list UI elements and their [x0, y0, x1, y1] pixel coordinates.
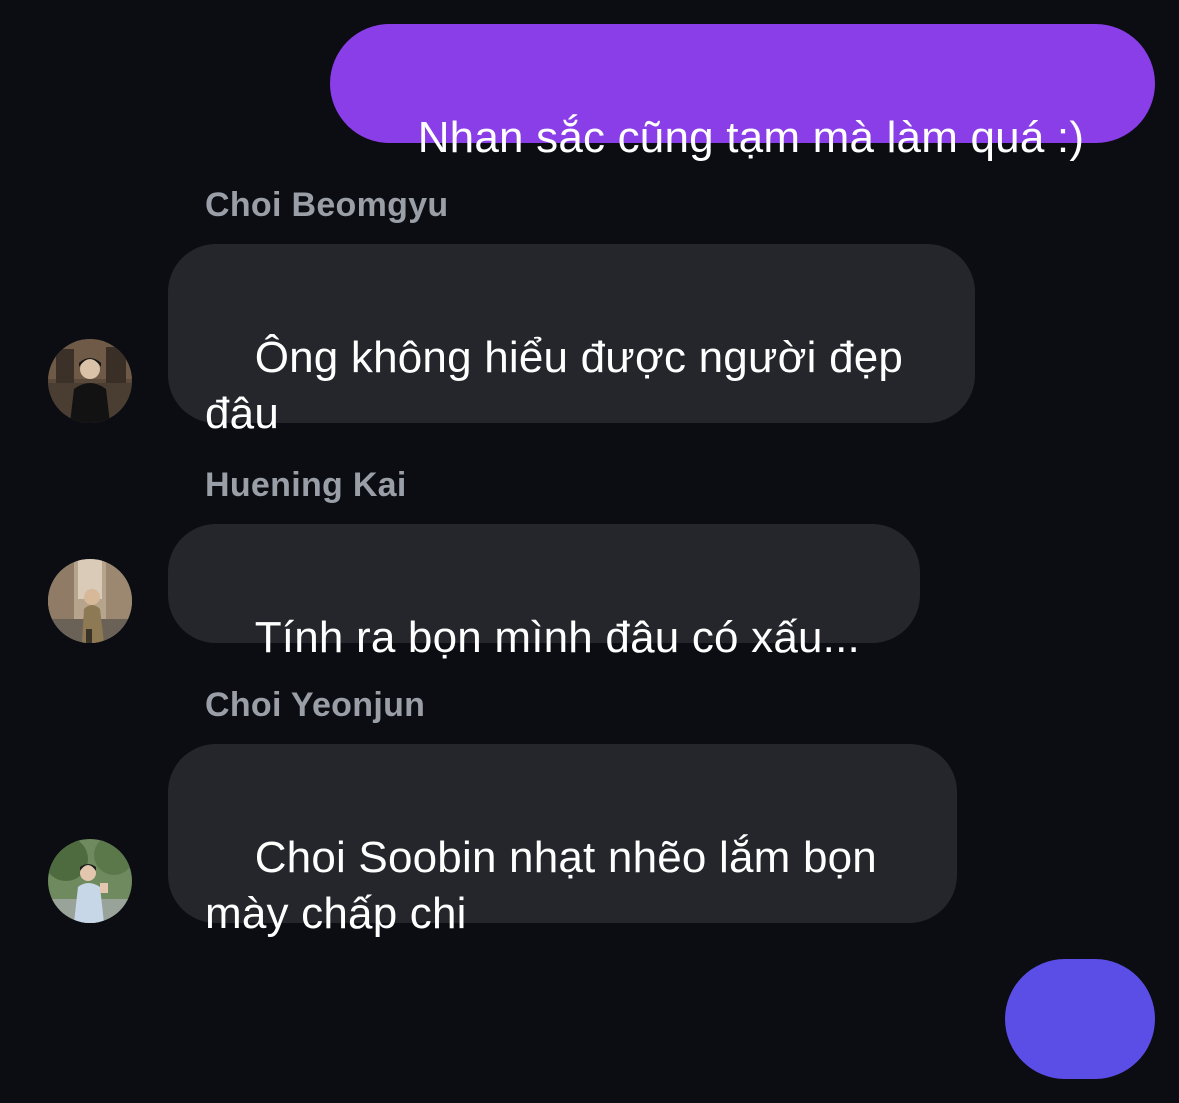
sender-name: Huening Kai [205, 466, 407, 504]
message-text: Ông không hiểu được người đẹp đâu [205, 333, 904, 438]
message-text: Choi Soobin nhạt nhẽo lắm bọn mày chấp c… [205, 833, 877, 938]
message-text: Nhan sắc cũng tạm mà làm quá :) [417, 113, 1085, 162]
incoming-message-bubble[interactable]: Ông không hiểu được người đẹp đâu [168, 244, 975, 438]
avatar[interactable] [48, 559, 132, 643]
avatar[interactable] [48, 839, 132, 923]
message-text: Tính ra bọn mình đâu có xấu... [254, 613, 860, 662]
sender-name: Choi Beomgyu [205, 186, 449, 224]
sender-name: Choi Yeonjun [205, 686, 426, 724]
avatar[interactable] [48, 339, 132, 423]
outgoing-message-bubble[interactable]: :)... [1005, 959, 1155, 1079]
incoming-message-bubble[interactable]: Choi Soobin nhạt nhẽo lắm bọn mày chấp c… [168, 744, 957, 938]
chat-thread: Nhan sắc cũng tạm mà làm quá :) Choi Beo… [0, 0, 1179, 1103]
incoming-message-bubble[interactable]: Tính ra bọn mình đâu có xấu... [168, 524, 920, 662]
outgoing-message-bubble[interactable]: Nhan sắc cũng tạm mà làm quá :) [330, 24, 1155, 162]
